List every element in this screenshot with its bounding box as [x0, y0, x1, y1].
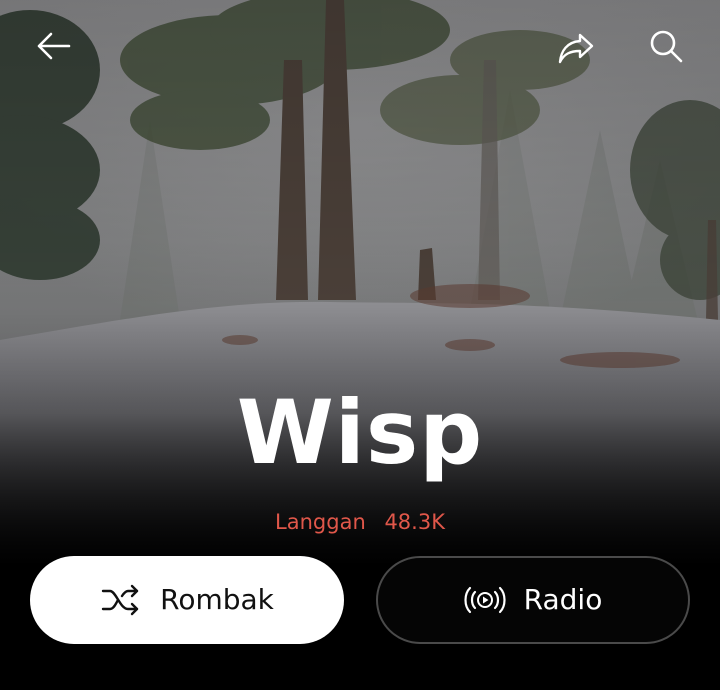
search-icon: [648, 28, 684, 68]
radio-label: Radio: [523, 583, 603, 616]
subscribe-info[interactable]: Langgan 48.3K: [0, 506, 720, 538]
subscribe-label: Langgan: [275, 510, 366, 534]
shuffle-label: Rombak: [160, 583, 274, 616]
subscriber-count: 48.3K: [384, 510, 445, 534]
back-button[interactable]: [29, 24, 77, 72]
arrow-left-icon: [35, 31, 71, 65]
radio-broadcast-icon: [464, 579, 506, 621]
shuffle-button[interactable]: Rombak: [30, 556, 344, 644]
shuffle-icon: [100, 579, 142, 621]
top-bar: [0, 0, 720, 100]
share-arrow-icon: [556, 31, 596, 69]
search-button[interactable]: [642, 24, 690, 72]
artist-page: Wisp Langgan 48.3K Rombak Radio: [0, 0, 720, 690]
share-button[interactable]: [552, 26, 600, 74]
artist-name: Wisp: [236, 381, 484, 484]
radio-button[interactable]: Radio: [376, 556, 690, 644]
